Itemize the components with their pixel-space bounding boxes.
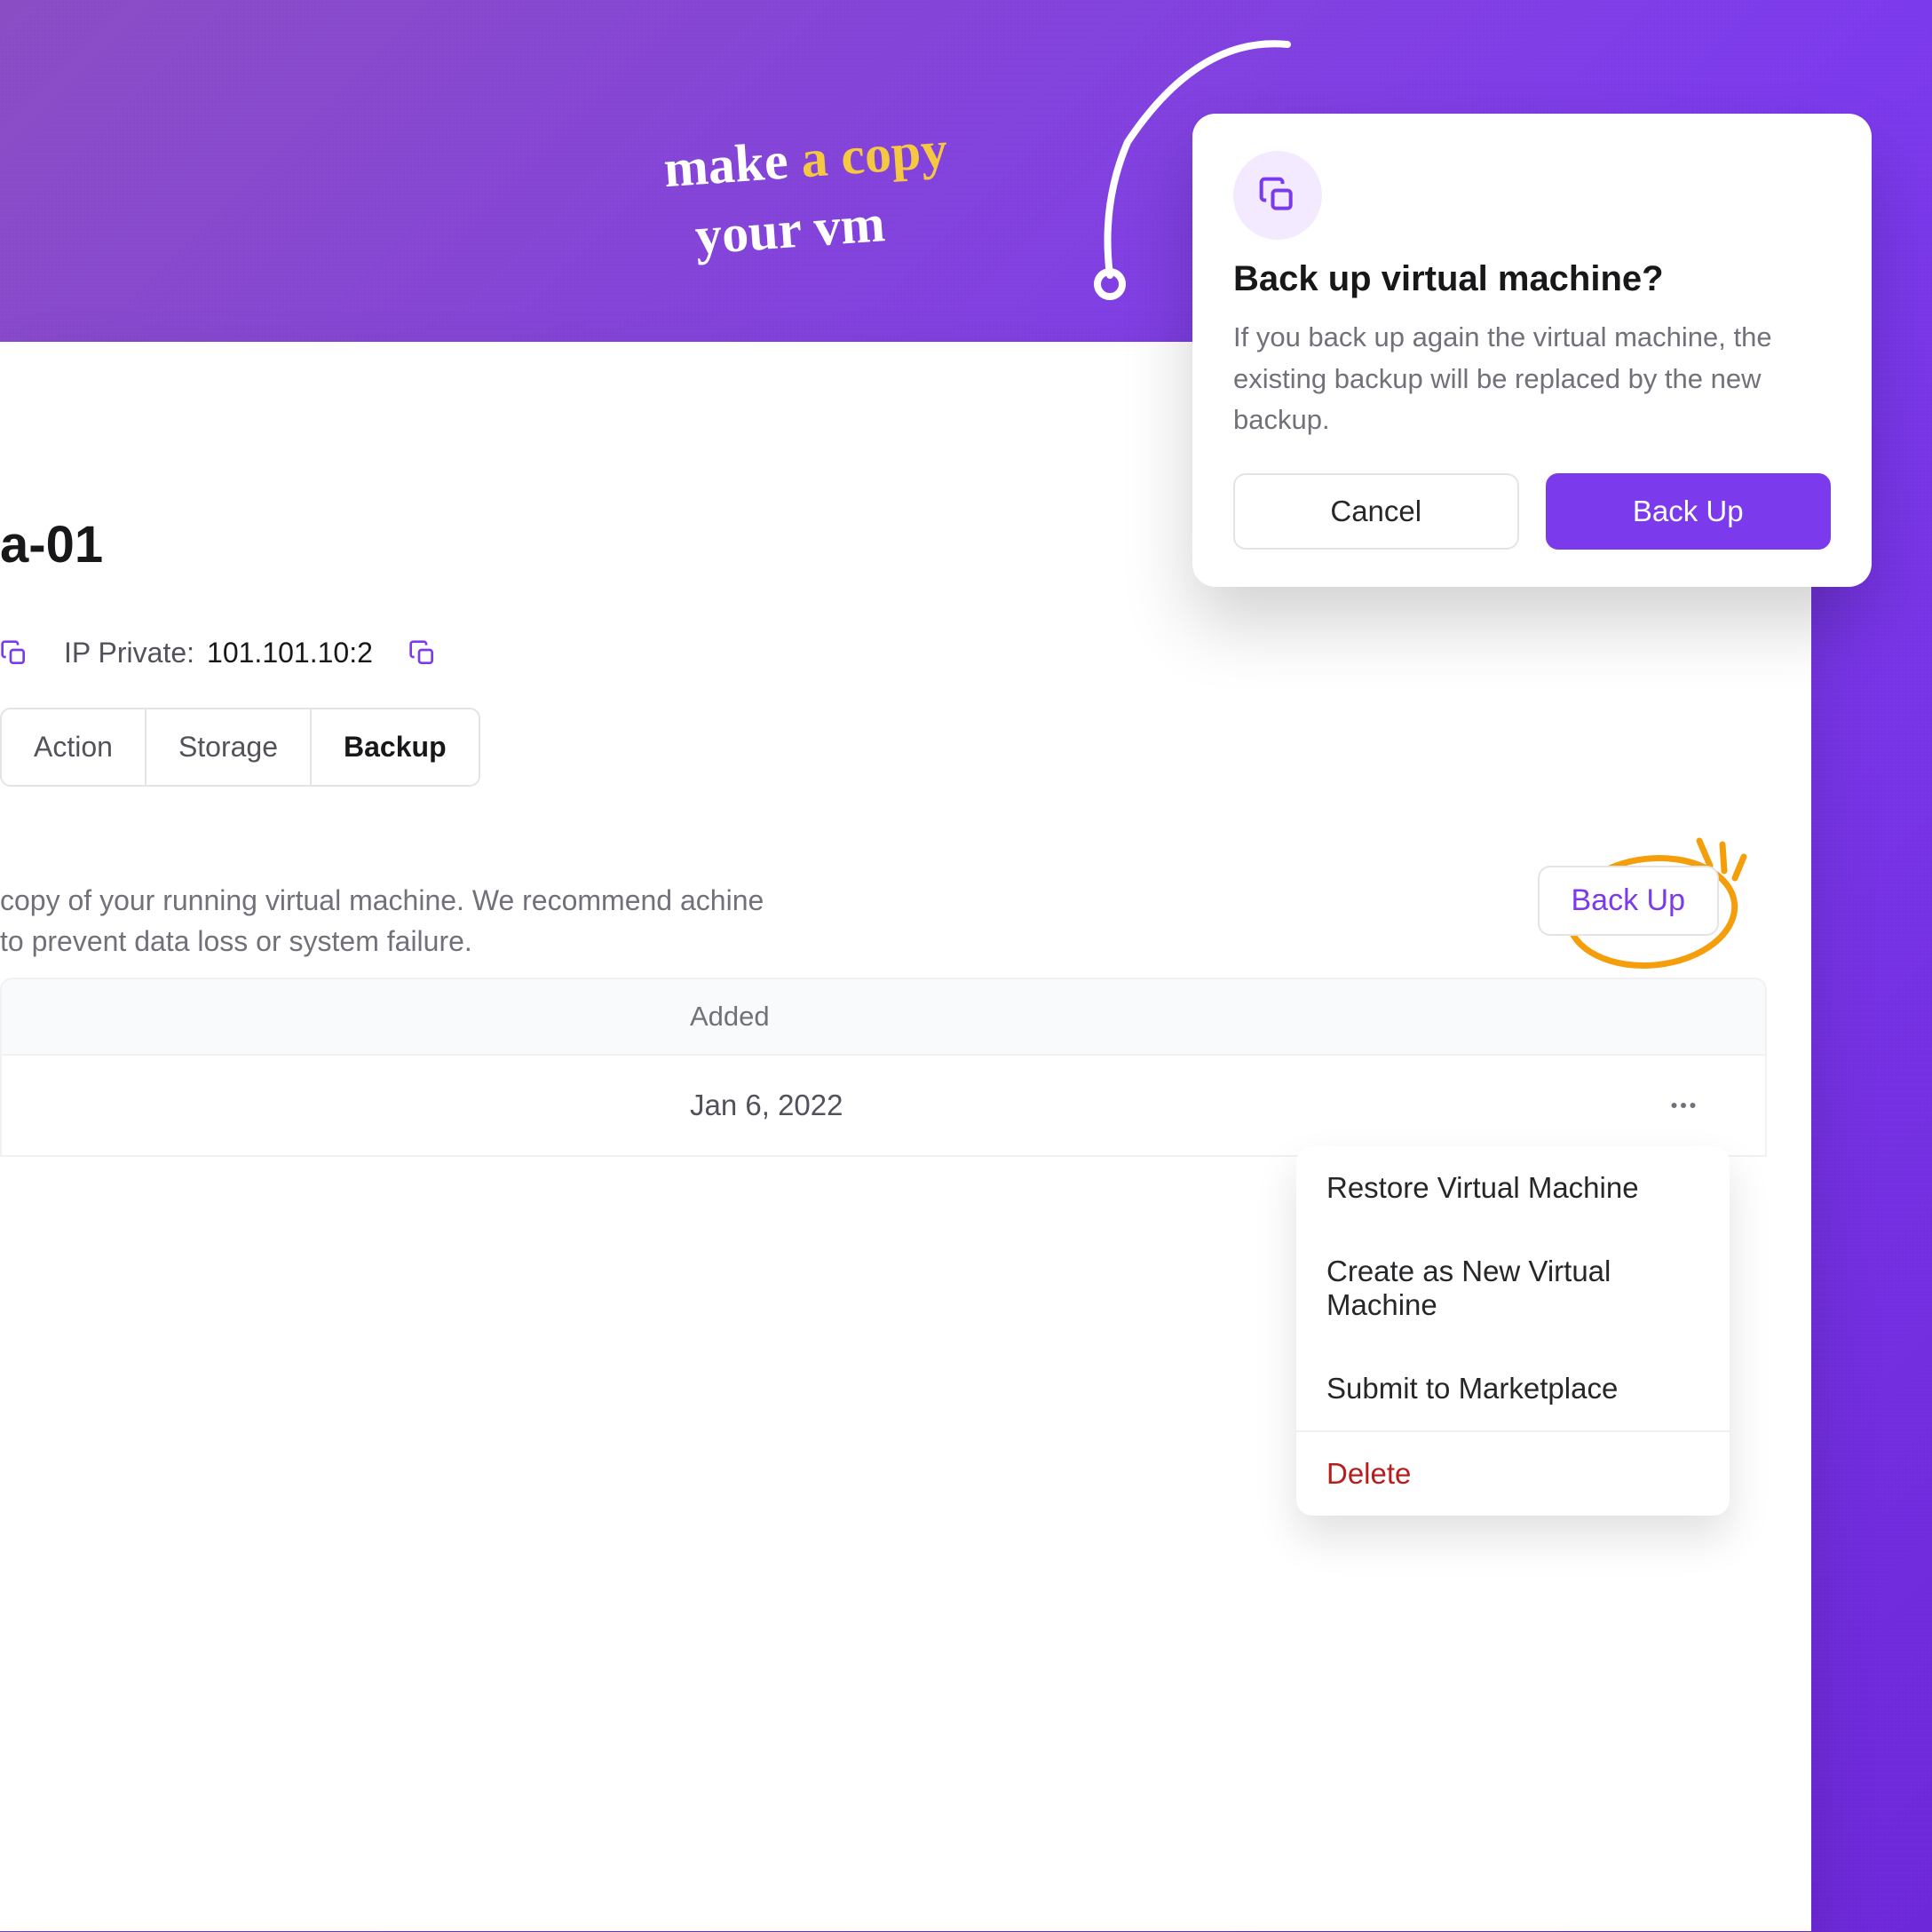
tab-backup[interactable]: Backup xyxy=(312,709,479,785)
handwritten-annotation: make a copy your vm xyxy=(666,124,950,263)
copy-icon xyxy=(1258,176,1297,215)
backup-description: copy of your running virtual machine. We… xyxy=(0,880,772,962)
menu-delete[interactable]: Delete xyxy=(1296,1432,1730,1516)
modal-actions: Cancel Back Up xyxy=(1233,473,1831,550)
backup-button[interactable]: Back Up xyxy=(1538,866,1720,936)
backup-confirm-modal: Back up virtual machine? If you back up … xyxy=(1192,114,1872,587)
copy-icon[interactable] xyxy=(0,639,28,668)
modal-icon-wrap xyxy=(1233,151,1322,240)
table-row: Jan 6, 2022 xyxy=(0,1056,1767,1157)
modal-title: Back up virtual machine? xyxy=(1233,259,1831,299)
ip-private-value: 101.101.10:2 xyxy=(207,637,373,669)
menu-create-new-vm[interactable]: Create as New Virtual Machine xyxy=(1296,1230,1730,1347)
annotation-word-highlight: a copy xyxy=(799,120,949,188)
cell-added: Jan 6, 2022 xyxy=(690,1089,843,1122)
col-header-added: Added xyxy=(690,1001,770,1033)
table-header: Added xyxy=(0,978,1767,1056)
menu-submit-marketplace[interactable]: Submit to Marketplace xyxy=(1296,1347,1730,1430)
modal-confirm-button[interactable]: Back Up xyxy=(1546,473,1832,550)
backup-table: Added Jan 6, 2022 xyxy=(0,978,1767,1157)
menu-restore-vm[interactable]: Restore Virtual Machine xyxy=(1296,1146,1730,1230)
ip-row: IP Private: 101.101.10:2 xyxy=(0,637,437,669)
tab-storage[interactable]: Storage xyxy=(146,709,312,785)
modal-body: If you back up again the virtual machine… xyxy=(1233,317,1831,441)
more-horizontal-icon xyxy=(1667,1089,1699,1121)
row-actions-menu: Restore Virtual Machine Create as New Vi… xyxy=(1296,1146,1730,1516)
annotation-word: your vm xyxy=(693,194,887,265)
modal-cancel-button[interactable]: Cancel xyxy=(1233,473,1519,550)
copy-icon[interactable] xyxy=(408,639,437,668)
vm-title: a-01 xyxy=(0,515,103,574)
row-actions-button[interactable] xyxy=(1664,1086,1703,1125)
tab-action[interactable]: Action xyxy=(2,709,146,785)
annotation-word: make xyxy=(661,131,789,199)
ip-private-label: IP Private: xyxy=(64,637,194,669)
tab-row: Action Storage Backup xyxy=(0,708,480,787)
